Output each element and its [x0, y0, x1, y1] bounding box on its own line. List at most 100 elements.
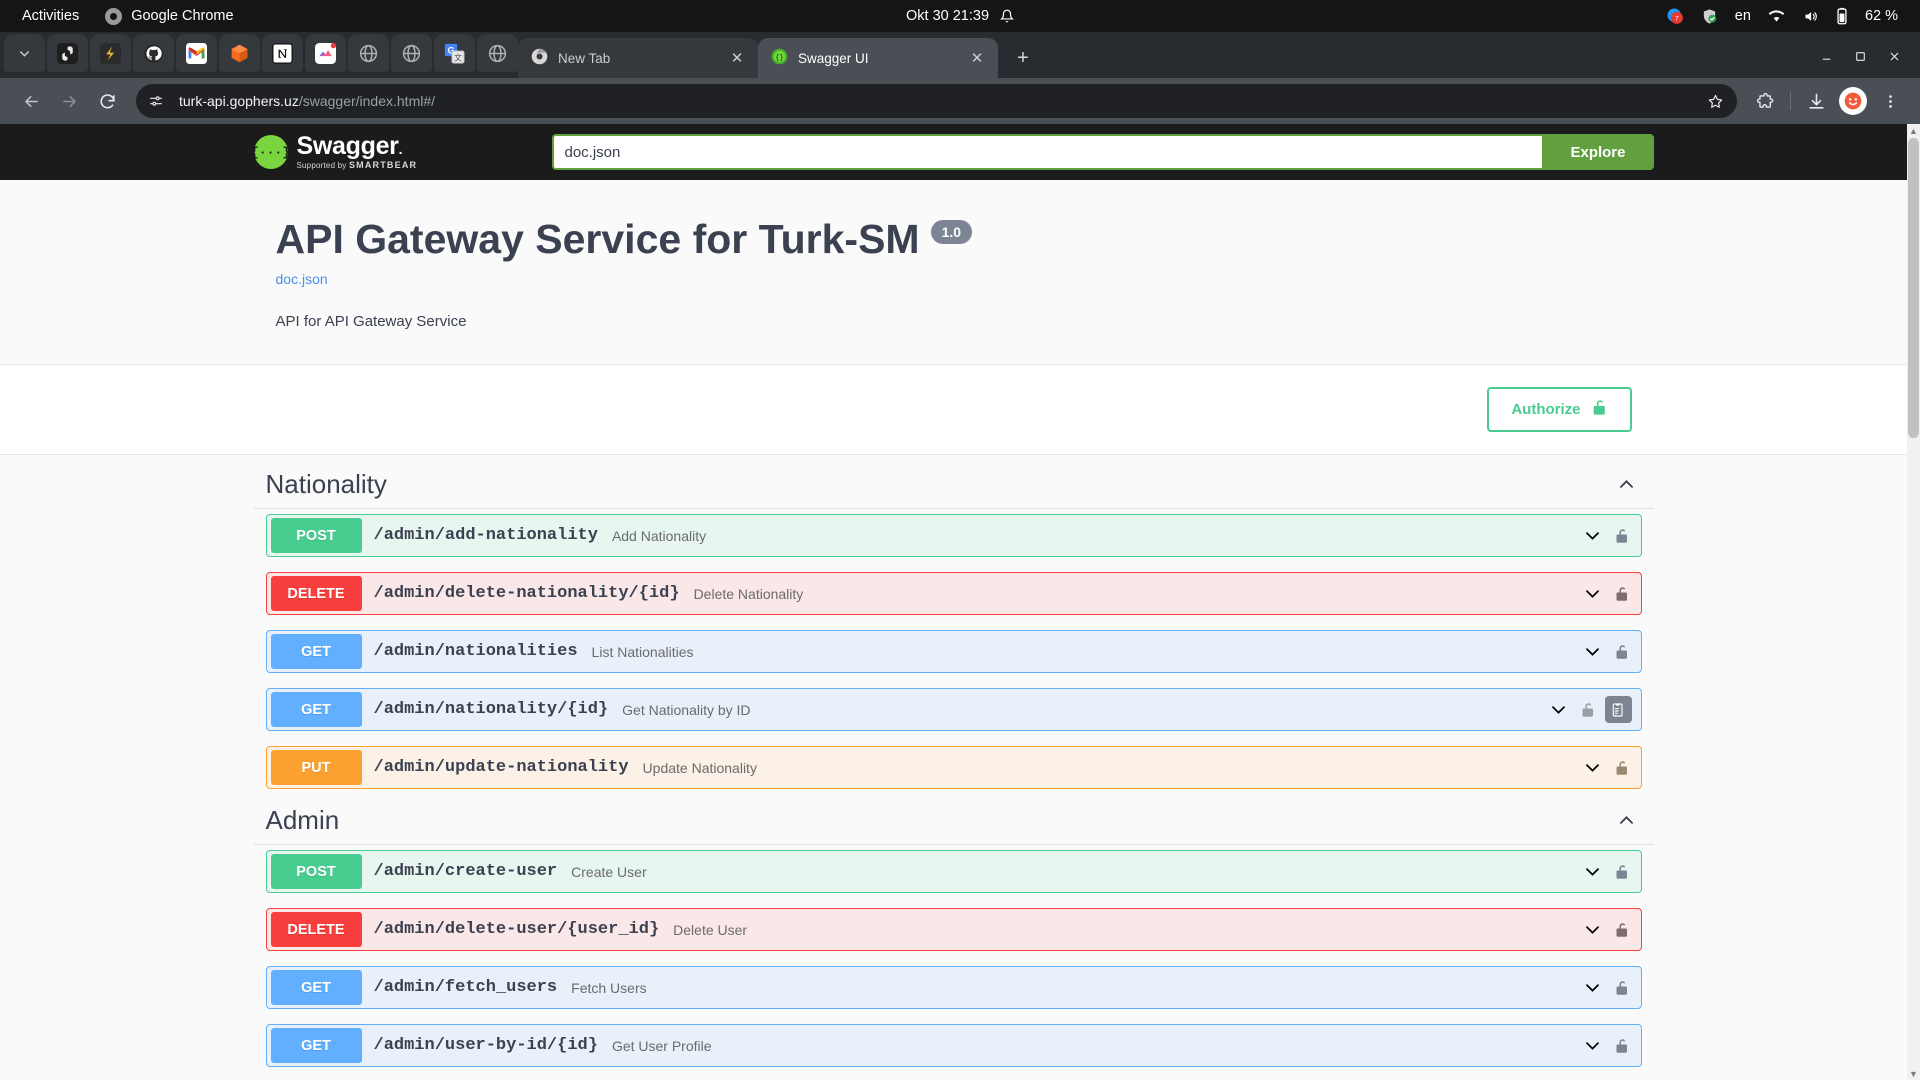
system-tray[interactable]: 7 en 62 %: [1666, 7, 1920, 25]
unlocked-padlock-icon[interactable]: [1615, 759, 1632, 777]
pinned-tab-clickup[interactable]: [305, 34, 346, 72]
swagger-icon: {}: [771, 48, 788, 68]
unlocked-padlock-icon[interactable]: [1581, 701, 1598, 719]
browser-tab-swagger-ui[interactable]: {} Swagger UI ✕: [758, 38, 998, 78]
operation-row[interactable]: GET /admin/nationality/{id} Get National…: [265, 688, 1642, 731]
window-minimize-button[interactable]: [1810, 40, 1842, 72]
operation-row[interactable]: POST /admin/add-nationality Add National…: [265, 514, 1642, 557]
explore-button[interactable]: Explore: [1542, 134, 1654, 170]
operation-path: /admin/update-nationality: [373, 758, 629, 777]
unlocked-padlock-icon[interactable]: [1615, 643, 1632, 661]
profile-avatar-icon[interactable]: [1839, 87, 1867, 115]
chevron-down-icon[interactable]: [1570, 584, 1615, 603]
operation-path: /admin/delete-user/{user_id}: [373, 920, 660, 939]
puzzle-piece-icon[interactable]: [1749, 85, 1781, 117]
url-domain: turk-api.gophers.uz: [179, 93, 299, 109]
pinned-tab-cube[interactable]: [219, 34, 260, 72]
unlocked-padlock-icon[interactable]: [1615, 527, 1632, 545]
operation-row[interactable]: GET /admin/user-by-id/{id} Get User Prof…: [265, 1024, 1642, 1067]
battery-icon[interactable]: [1836, 7, 1848, 25]
scroll-up-arrow-icon[interactable]: ▲: [1907, 124, 1920, 137]
forward-arrow-icon[interactable]: [52, 84, 86, 118]
back-arrow-icon[interactable]: [14, 84, 48, 118]
url-path: /swagger/index.html#/: [298, 93, 436, 109]
svg-text:7: 7: [1675, 16, 1679, 23]
api-info-block: API Gateway Service for Turk-SM 1.0 doc.…: [0, 180, 1907, 365]
copy-to-clipboard-icon[interactable]: [1604, 696, 1632, 723]
shield-check-icon[interactable]: [1701, 8, 1718, 25]
unlocked-padlock-icon[interactable]: [1615, 585, 1632, 603]
scroll-down-arrow-icon[interactable]: ▼: [1907, 1067, 1920, 1080]
pinned-tab-gmail[interactable]: [176, 34, 217, 72]
chevron-down-icon[interactable]: [1536, 700, 1581, 719]
unlocked-padlock-icon[interactable]: [1615, 921, 1632, 939]
chevron-down-icon[interactable]: [1570, 758, 1615, 777]
download-icon[interactable]: [1800, 85, 1832, 117]
chevron-down-icon[interactable]: [1570, 862, 1615, 881]
active-app-indicator[interactable]: Google Chrome: [105, 7, 234, 25]
pinned-tab-globe-1[interactable]: [348, 34, 389, 72]
svg-text:{}: {}: [775, 54, 784, 62]
chevron-up-icon[interactable]: [1617, 475, 1640, 494]
unlocked-padlock-icon[interactable]: [1615, 863, 1632, 881]
browser-tab-title: Swagger UI: [798, 50, 869, 66]
operation-row[interactable]: GET /admin/fetch_users Fetch Users: [265, 966, 1642, 1009]
globe-icon: [358, 43, 379, 64]
swagger-url-input[interactable]: [551, 134, 1543, 170]
operation-row[interactable]: PUT /admin/update-nationality Update Nat…: [265, 746, 1642, 789]
operation-row[interactable]: DELETE /admin/delete-user/{user_id} Dele…: [265, 908, 1642, 951]
tag-header[interactable]: Admin: [253, 805, 1654, 845]
chevron-down-icon[interactable]: [1570, 920, 1615, 939]
authorize-row: Authorize: [0, 365, 1907, 455]
pinned-tab-globe-2[interactable]: [391, 34, 432, 72]
star-icon[interactable]: [1701, 87, 1729, 115]
notification-badge-icon[interactable]: 7: [1666, 7, 1684, 25]
window-maximize-button[interactable]: [1844, 40, 1876, 72]
activities-button[interactable]: Activities: [22, 8, 79, 24]
unlocked-padlock-icon[interactable]: [1615, 1037, 1632, 1055]
wifi-icon[interactable]: [1768, 9, 1785, 23]
chevron-down-icon[interactable]: [1570, 526, 1615, 545]
swagger-logo[interactable]: {···} Swagger. Supported by SMARTBEAR: [251, 134, 552, 170]
http-method-badge: DELETE: [270, 576, 362, 611]
site-settings-icon[interactable]: [142, 87, 170, 115]
tag-header[interactable]: Nationality: [253, 469, 1654, 509]
browser-toolbar: turk-api.gophers.uz/swagger/index.html#/: [0, 78, 1920, 124]
tag-title: Admin: [265, 805, 340, 835]
pinned-tab-google-translate[interactable]: G文: [434, 34, 475, 72]
browser-tab-new-tab[interactable]: New Tab ✕: [518, 38, 758, 78]
doc-json-link[interactable]: doc.json: [276, 271, 1654, 287]
unlocked-padlock-icon[interactable]: [1615, 979, 1632, 997]
pinned-tab-notion[interactable]: [262, 34, 303, 72]
chevron-down-icon[interactable]: [1570, 642, 1615, 661]
battery-percentage: 62 %: [1864, 8, 1898, 24]
scrollbar-thumb[interactable]: [1908, 138, 1919, 438]
operation-row[interactable]: GET /admin/nationalities List Nationalit…: [265, 630, 1642, 673]
kebab-menu-icon[interactable]: [1874, 85, 1906, 117]
volume-icon[interactable]: [1802, 9, 1819, 24]
address-bar-url: turk-api.gophers.uz/swagger/index.html#/: [179, 93, 1692, 109]
pinned-tab-globe-3[interactable]: [477, 34, 518, 72]
new-tab-button[interactable]: +: [1006, 41, 1040, 75]
authorize-button[interactable]: Authorize: [1487, 387, 1632, 432]
pinned-tab-github[interactable]: [133, 34, 174, 72]
operation-summary: Delete Nationality: [693, 585, 804, 602]
close-icon[interactable]: ✕: [966, 47, 988, 69]
operation-row[interactable]: DELETE /admin/delete-nationality/{id} De…: [265, 572, 1642, 615]
chevron-down-icon[interactable]: [1570, 978, 1615, 997]
keyboard-layout-indicator[interactable]: en: [1735, 8, 1751, 24]
swagger-ui-page: {···} Swagger. Supported by SMARTBEAR Ex…: [0, 124, 1907, 1067]
clock-and-notifications[interactable]: Okt 30 21:39: [906, 8, 1015, 24]
pinned-tab-openai[interactable]: [47, 34, 88, 72]
swagger-explore-form: Explore: [551, 134, 1654, 170]
chevron-down-icon[interactable]: [1570, 1036, 1615, 1055]
pinned-tab-grok[interactable]: [90, 34, 131, 72]
window-close-button[interactable]: [1878, 40, 1910, 72]
chevron-up-icon[interactable]: [1617, 811, 1640, 830]
page-scrollbar[interactable]: ▲ ▼: [1907, 124, 1920, 1080]
close-icon[interactable]: ✕: [726, 47, 748, 69]
reload-icon[interactable]: [90, 84, 124, 118]
tab-search-chevron-down-icon[interactable]: [4, 34, 45, 72]
operation-row[interactable]: POST /admin/create-user Create User: [265, 850, 1642, 893]
address-bar[interactable]: turk-api.gophers.uz/swagger/index.html#/: [136, 84, 1737, 118]
